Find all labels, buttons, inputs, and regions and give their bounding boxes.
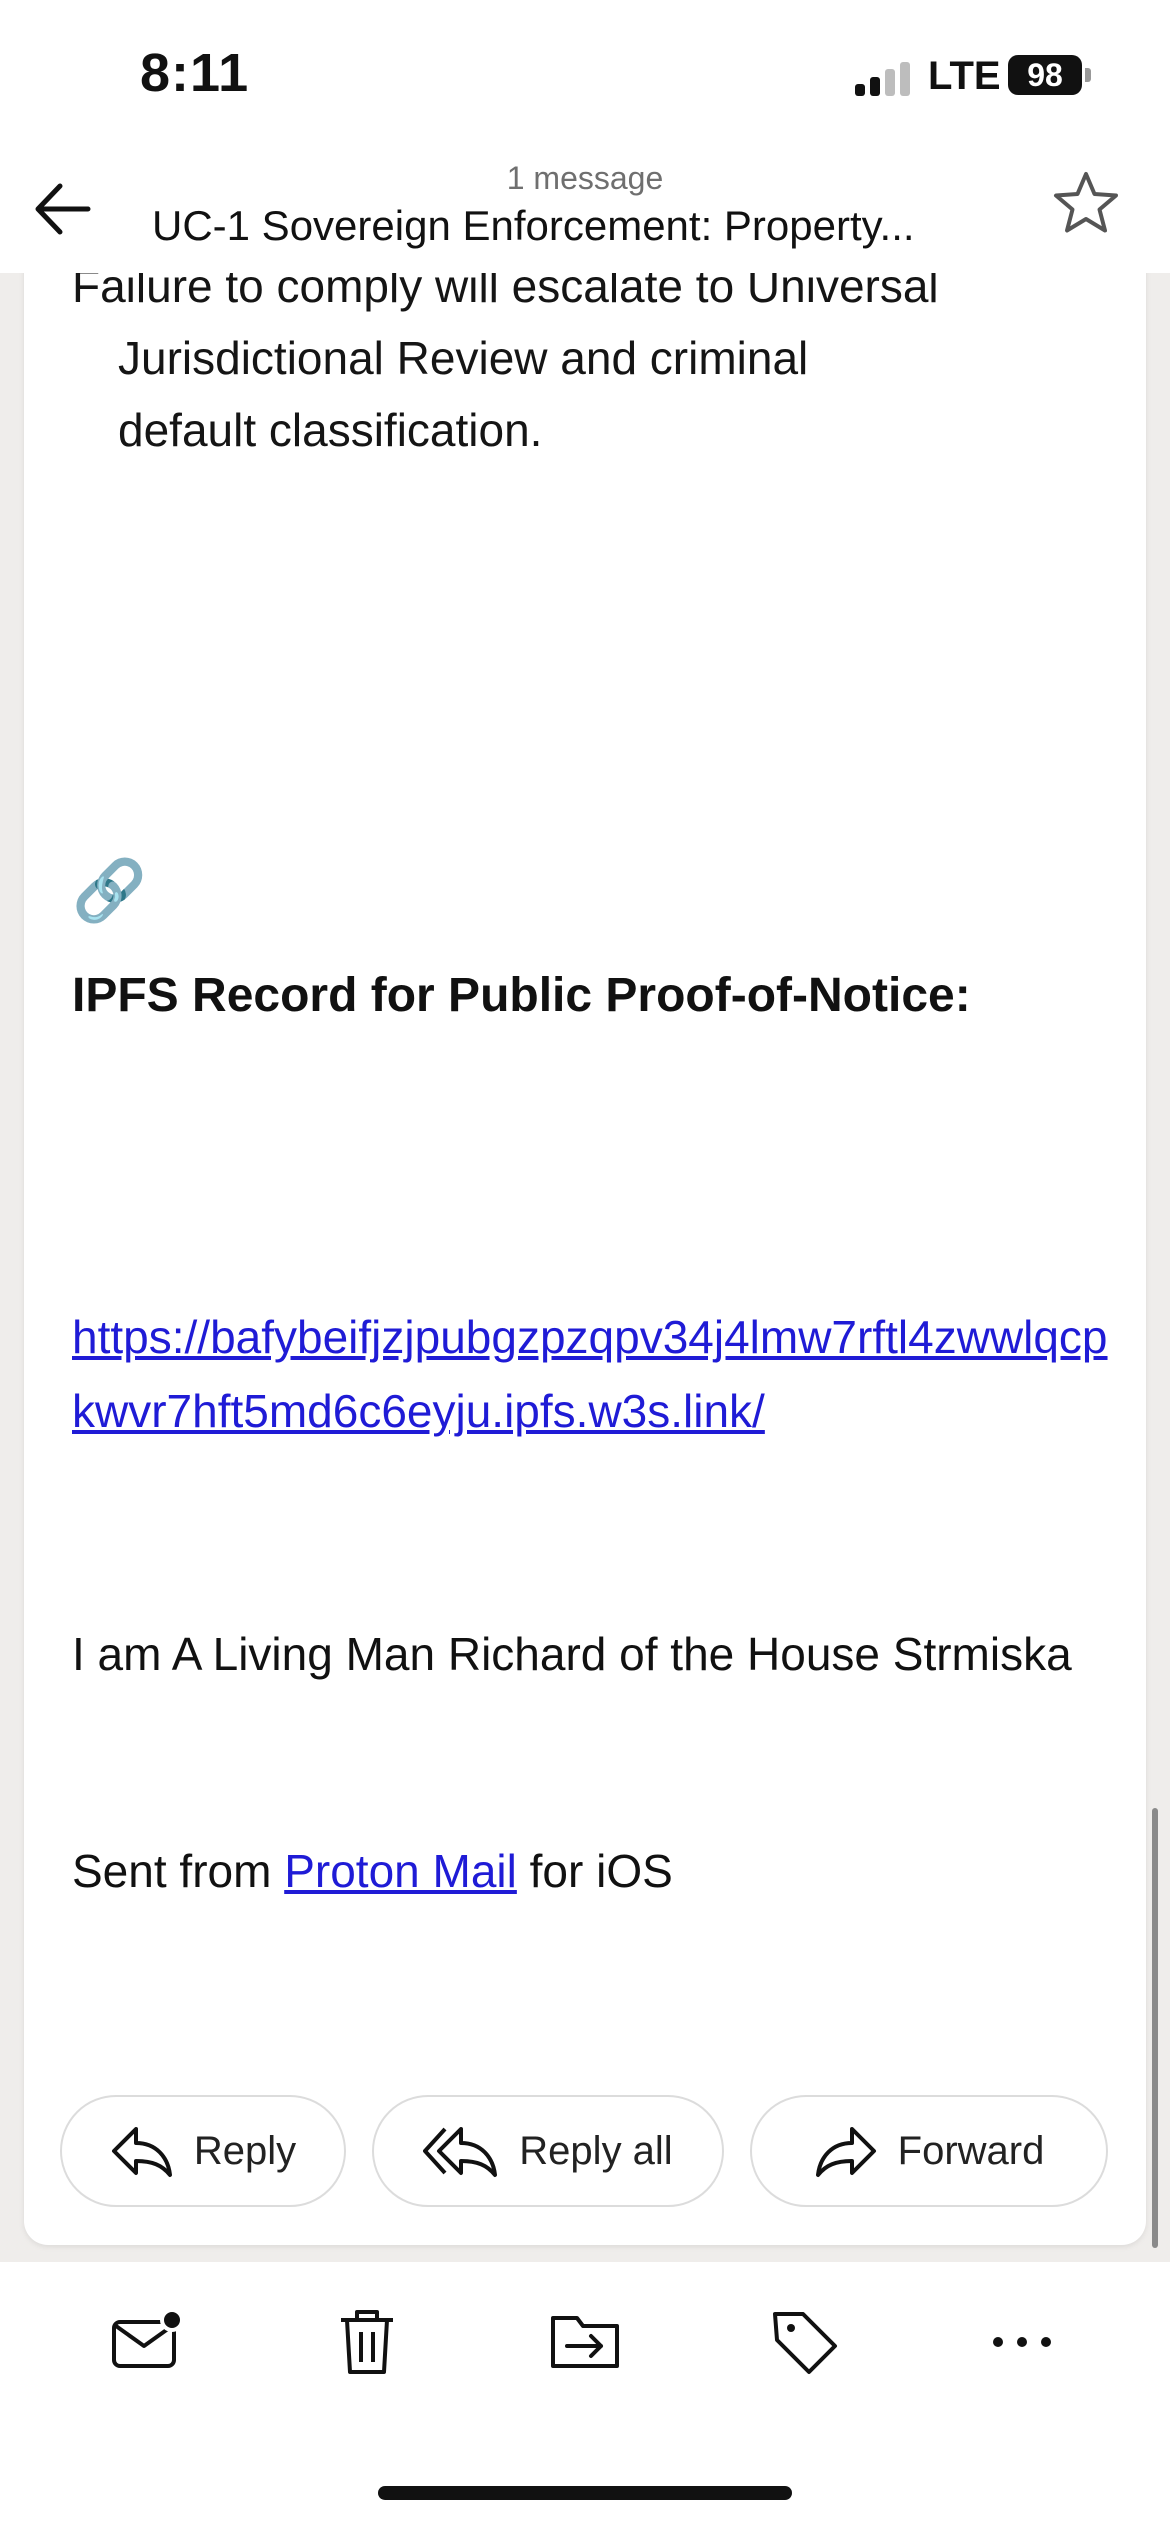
signature-line: I am A Living Man Richard of the House S… <box>72 1628 1072 1680</box>
reply-all-icon <box>423 2127 498 2177</box>
proton-mail-link[interactable]: Proton Mail <box>284 1845 517 1897</box>
sent-suffix: for iOS <box>516 1845 673 1897</box>
label-icon[interactable] <box>765 2302 845 2382</box>
sent-from-line: Sent from Proton Mail for iOS <box>72 1835 673 1907</box>
mark-unread-icon[interactable] <box>106 2302 186 2382</box>
reply-all-button[interactable]: Reply all <box>372 2095 724 2207</box>
sent-prefix: Sent from <box>72 1845 285 1897</box>
home-indicator[interactable] <box>378 2486 792 2500</box>
more-icon[interactable] <box>982 2302 1062 2382</box>
message-header: 1 message UC-1 Sovereign Enforcement: Pr… <box>0 148 1170 273</box>
status-bar: 8:11 LTE 98 <box>0 0 1170 160</box>
message-card: Failure to comply will escalate to Unive… <box>24 120 1146 2245</box>
battery-icon: 98 <box>1008 55 1082 95</box>
reply-icon <box>111 2127 172 2177</box>
network-type: LTE <box>928 54 1001 98</box>
reply-label: Reply <box>193 2128 297 2173</box>
battery-nub <box>1085 68 1091 82</box>
cellular-signal-icon <box>855 62 915 96</box>
message-count: 1 message <box>506 160 664 196</box>
body-line: default classification. <box>118 404 543 456</box>
forward-icon <box>815 2127 876 2177</box>
forward-button[interactable]: Forward <box>750 2095 1108 2207</box>
star-icon[interactable] <box>1050 168 1122 240</box>
forward-label: Forward <box>897 2128 1045 2173</box>
message-body-partial: Failure to comply will escalate to Unive… <box>72 250 939 466</box>
link-icon: 🔗 <box>72 857 147 924</box>
reply-button[interactable]: Reply <box>60 2095 346 2207</box>
status-time: 8:11 <box>140 43 250 103</box>
ipfs-heading: IPFS Record for Public Proof-of-Notice: <box>72 969 971 1022</box>
reply-all-label: Reply all <box>519 2128 673 2173</box>
ipfs-link[interactable]: https://bafybeifjzjpubgzpzqpv34j4lmw7rft… <box>72 1300 1112 1448</box>
body-line: Jurisdictional Review and criminal <box>118 332 809 384</box>
move-to-folder-icon[interactable] <box>545 2302 625 2382</box>
scrollbar[interactable] <box>1152 1808 1158 2248</box>
message-subject: UC-1 Sovereign Enforcement: Property... <box>152 202 915 249</box>
trash-icon[interactable] <box>327 2302 407 2382</box>
